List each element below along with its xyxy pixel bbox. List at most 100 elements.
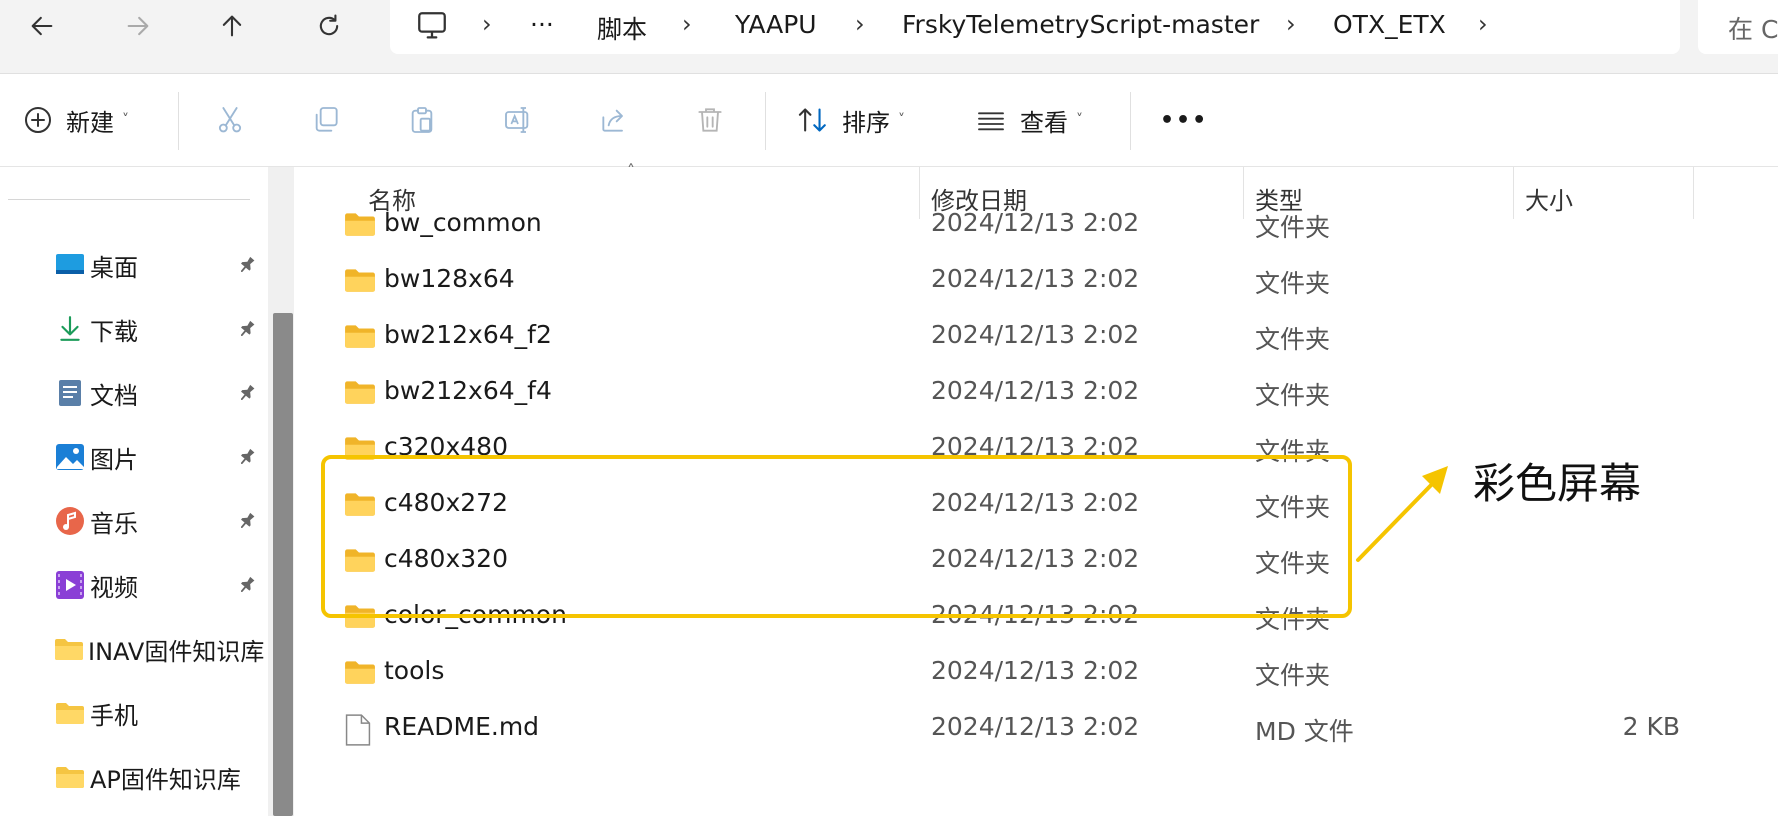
file-modified-date: 2024/12/13 2:02	[931, 712, 1140, 741]
refresh-button[interactable]	[307, 6, 351, 46]
copy-button[interactable]	[310, 96, 342, 144]
breadcrumb-separator[interactable]: ›	[855, 10, 865, 38]
file-modified-date: 2024/12/13 2:02	[931, 208, 1140, 237]
file-row[interactable]: bw212x64_f4 2024/12/13 2:02 文件夹	[302, 366, 1778, 422]
sidebar-item-downloads[interactable]: 下载	[54, 309, 264, 349]
breadcrumb-overflow[interactable]: ···	[530, 10, 554, 39]
file-modified-date: 2024/12/13 2:02	[931, 656, 1140, 685]
pin-icon[interactable]	[236, 254, 258, 276]
video-icon	[54, 569, 86, 601]
refresh-icon	[319, 14, 339, 36]
trash-icon	[698, 108, 722, 132]
paste-button[interactable]	[406, 96, 438, 144]
breadcrumb-separator[interactable]: ›	[1478, 10, 1488, 38]
sidebar-item-label: AP固件知识库	[90, 765, 241, 794]
delete-button[interactable]	[694, 96, 726, 144]
file-type: 文件夹	[1255, 213, 1331, 242]
pin-icon[interactable]	[236, 318, 258, 340]
arrow-right-icon	[127, 16, 149, 36]
file-modified-date: 2024/12/13 2:02	[931, 320, 1140, 349]
list-view-icon	[978, 112, 1004, 131]
file-icon	[344, 714, 376, 746]
sidebar-item-pictures[interactable]: 图片	[54, 437, 264, 477]
chevron-down-icon: ˅	[122, 112, 129, 128]
file-type: 文件夹	[1255, 325, 1331, 354]
file-row[interactable]: README.md 2024/12/13 2:02 MD 文件 2 KB	[302, 702, 1778, 758]
sidebar-item-inav-kb[interactable]: INAV固件知识库	[54, 629, 264, 669]
scissors-icon	[218, 107, 242, 133]
more-options-button[interactable]: •••	[1160, 96, 1208, 144]
cut-button[interactable]	[214, 96, 246, 144]
arrow-up-icon	[222, 15, 242, 37]
rename-button[interactable]	[502, 96, 534, 144]
desktop-icon	[54, 249, 86, 281]
document-icon	[54, 377, 86, 409]
file-row[interactable]: bw128x64 2024/12/13 2:02 文件夹	[302, 254, 1778, 310]
search-box[interactable]: 在 C	[1698, 0, 1778, 54]
file-modified-date: 2024/12/13 2:02	[931, 264, 1140, 293]
folder-icon	[54, 761, 86, 793]
search-placeholder: 在 C	[1728, 15, 1778, 44]
folder-icon	[344, 658, 376, 686]
chevron-down-icon: ˅	[1076, 112, 1083, 128]
sidebar-item-label: 文档	[90, 381, 138, 410]
file-row[interactable]: bw212x64_f2 2024/12/13 2:02 文件夹	[302, 310, 1778, 366]
sidebar-item-label: 视频	[90, 573, 138, 602]
new-button[interactable]: 新建 ˅	[22, 96, 129, 144]
new-label: 新建	[66, 108, 114, 137]
folder-icon	[54, 633, 84, 665]
breadcrumb-separator[interactable]: ›	[682, 10, 692, 38]
breadcrumb-separator[interactable]: ›	[482, 10, 492, 38]
annotation-label: 彩色屏幕	[1473, 459, 1642, 508]
file-modified-date: 2024/12/13 2:02	[931, 376, 1140, 405]
file-size: 2 KB	[1622, 712, 1680, 741]
breadcrumb-item-repo[interactable]: FrskyTelemetryScript-master	[902, 10, 1259, 39]
breadcrumb-item-yaapu[interactable]: YAAPU	[735, 10, 817, 39]
share-button[interactable]	[598, 96, 630, 144]
back-button[interactable]	[20, 6, 64, 46]
up-button[interactable]	[210, 6, 254, 46]
file-type: MD 文件	[1255, 717, 1354, 746]
pin-icon[interactable]	[236, 510, 258, 532]
file-type: 文件夹	[1255, 381, 1331, 410]
view-button[interactable]: 查看 ˅	[974, 96, 1083, 144]
pin-icon[interactable]	[236, 446, 258, 468]
pin-icon[interactable]	[236, 382, 258, 404]
forward-button[interactable]	[116, 6, 160, 46]
rename-icon	[505, 107, 529, 133]
share-icon	[602, 109, 623, 132]
copy-icon	[315, 107, 338, 132]
sidebar-item-ap-kb[interactable]: AP固件知识库	[54, 757, 264, 797]
file-name[interactable]: bw212x64_f2	[384, 320, 552, 349]
sidebar-item-desktop[interactable]: 桌面	[54, 245, 264, 285]
sidebar-item-music[interactable]: 音乐	[54, 501, 264, 541]
file-row[interactable]: bw_common 2024/12/13 2:02 文件夹	[302, 198, 1778, 254]
sidebar-item-documents[interactable]: 文档	[54, 373, 264, 413]
download-icon	[54, 313, 86, 345]
file-name[interactable]: bw212x64_f4	[384, 376, 552, 405]
file-name[interactable]: bw128x64	[384, 264, 515, 293]
sort-ascending-icon: ˄	[627, 161, 635, 180]
folder-icon	[344, 378, 376, 406]
folder-icon	[344, 322, 376, 350]
toolbar-divider	[765, 92, 766, 150]
sort-button[interactable]: 排序 ˅	[796, 96, 905, 144]
music-icon	[54, 505, 86, 537]
scrollbar-thumb[interactable]	[273, 313, 293, 816]
folder-icon	[344, 210, 376, 238]
breadcrumb-item-otx-etx[interactable]: OTX_ETX	[1333, 10, 1446, 39]
address-breadcrumb[interactable]: › ··· 脚本 › YAAPU › FrskyTelemetryScript-…	[390, 0, 1680, 54]
picture-icon	[54, 441, 86, 473]
file-name[interactable]: bw_common	[384, 208, 542, 237]
breadcrumb-item-scripts[interactable]: 脚本	[597, 10, 647, 46]
annotation-arrow	[1356, 466, 1448, 562]
sidebar-item-label: 桌面	[90, 253, 138, 282]
sidebar-item-videos[interactable]: 视频	[54, 565, 264, 605]
sidebar-item-label: 图片	[90, 445, 138, 474]
file-row[interactable]: tools 2024/12/13 2:02 文件夹	[302, 646, 1778, 702]
breadcrumb-separator[interactable]: ›	[1286, 10, 1296, 38]
file-name[interactable]: README.md	[384, 712, 539, 741]
sidebar-item-phone[interactable]: 手机	[54, 693, 264, 733]
file-name[interactable]: tools	[384, 656, 444, 685]
pin-icon[interactable]	[236, 574, 258, 596]
